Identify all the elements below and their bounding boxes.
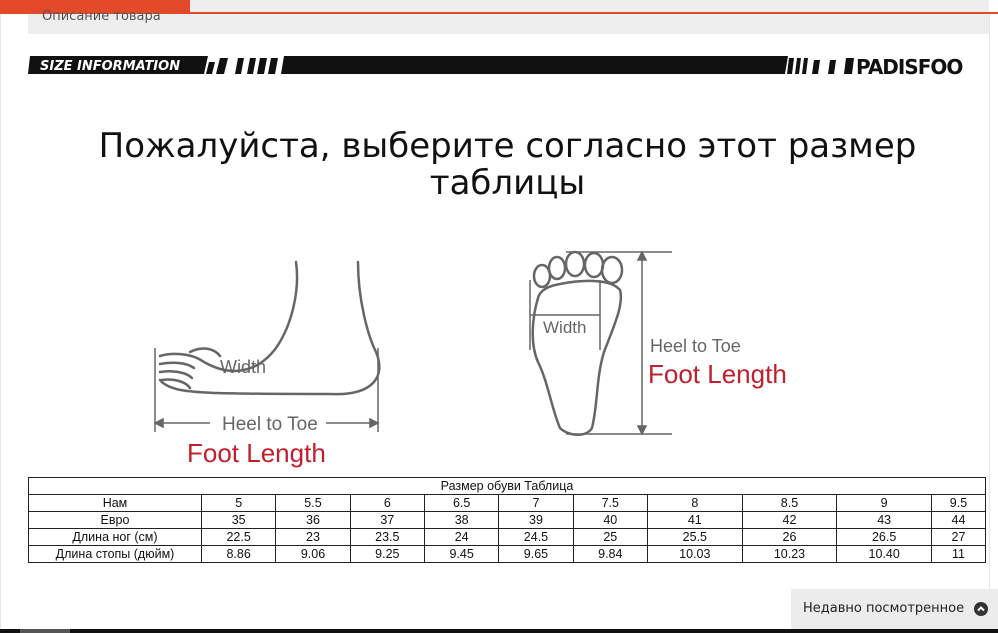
sole-heel-to-toe-label: Heel to Toe [650,336,741,356]
row-label: Длина ног (см) [28,528,202,546]
table-cell: 24 [423,528,500,546]
bottom-bar-tab [20,629,70,633]
table-cell: 25 [572,528,648,546]
table-cell: 38 [423,511,500,529]
table-cell: 39 [498,511,574,529]
brand-logo-text: PADISFOO [856,55,962,78]
table-row: Евро 35 36 37 38 39 40 41 42 43 44 [28,511,987,529]
table-cell: 27 [930,528,987,546]
size-table: Размер обуви Таблица Нам 5 5.5 6 6.5 7 7… [28,477,987,563]
table-cell: 23.5 [349,528,425,546]
table-cell: 8 [646,494,743,512]
table-cell: 8.86 [200,545,277,563]
tab-underline [190,12,998,14]
table-cell: 9 [836,494,932,512]
table-cell: 6 [349,494,425,512]
page-heading: Пожалуйста, выберите согласно этот разме… [98,126,917,203]
banner-left-text: SIZE INFORMATION [40,59,180,74]
side-foot-length-label: Foot Length [187,438,326,468]
table-cell: 9.84 [572,545,648,563]
table-cell: 9.06 [275,545,351,563]
table-cell: 5.5 [275,494,351,512]
row-label: Длина стопы (дюйм) [28,545,202,563]
recently-viewed-label: Недавно посмотренное [803,601,965,616]
table-cell: 10.40 [836,545,932,563]
table-cell: 11 [930,545,987,563]
table-cell: 7 [498,494,574,512]
size-information-banner: SIZE INFORMATION PADISFOO [28,55,963,78]
sole-foot-drawing [531,250,624,436]
table-cell: 23 [275,528,351,546]
side-foot-drawing [158,260,381,396]
table-cell: 24.5 [498,528,574,546]
tab-description[interactable]: Описание товара [42,9,161,24]
table-cell: 9.5 [930,494,987,512]
table-cell: 7.5 [572,494,648,512]
side-heel-to-toe-label: Heel to Toe [222,414,318,435]
recently-viewed-button[interactable]: Недавно посмотренное [791,589,998,629]
table-cell: 8.5 [741,494,838,512]
sole-foot-length-label: Foot Length [648,359,787,389]
table-cell: 36 [275,511,351,529]
size-table-caption-row: Размер обуви Таблица [28,477,986,495]
table-cell: 37 [349,511,425,529]
chevron-up-icon [974,602,988,616]
table-cell: 10.03 [646,545,743,563]
table-cell: 5 [200,494,277,512]
table-cell: 9.25 [349,545,425,563]
row-label: Евро [28,511,202,529]
table-cell: 40 [572,511,648,529]
table-cell: 35 [200,511,277,529]
table-cell: 25.5 [646,528,743,546]
table-cell: 9.45 [423,545,500,563]
table-cell: 10.23 [741,545,838,563]
table-cell: 9.65 [498,545,574,563]
side-width-label: Width [220,357,266,377]
table-cell: 26 [741,528,838,546]
table-row: Нам 5 5.5 6 6.5 7 7.5 8 8.5 9 9.5 [28,494,987,512]
table-cell: 42 [741,511,838,529]
bottom-bar [0,629,998,633]
table-cell: 22.5 [200,528,277,546]
sole-width-label: Width [543,318,586,337]
table-cell: 26.5 [836,528,932,546]
row-label: Нам [28,494,202,512]
table-row: Длина стопы (дюйм) 8.86 9.06 9.25 9.45 9… [28,545,987,563]
table-cell: 43 [836,511,932,529]
foot-measurement-illustration: Width Heel to Toe Foot Length Width Heel… [153,250,787,468]
table-cell: 6.5 [423,494,500,512]
table-cell: 41 [646,511,743,529]
table-cell: 44 [930,511,987,529]
table-row: Длина ног (см) 22.5 23 23.5 24 24.5 25 2… [28,528,987,546]
size-table-caption: Размер обуви Таблица [28,477,986,495]
